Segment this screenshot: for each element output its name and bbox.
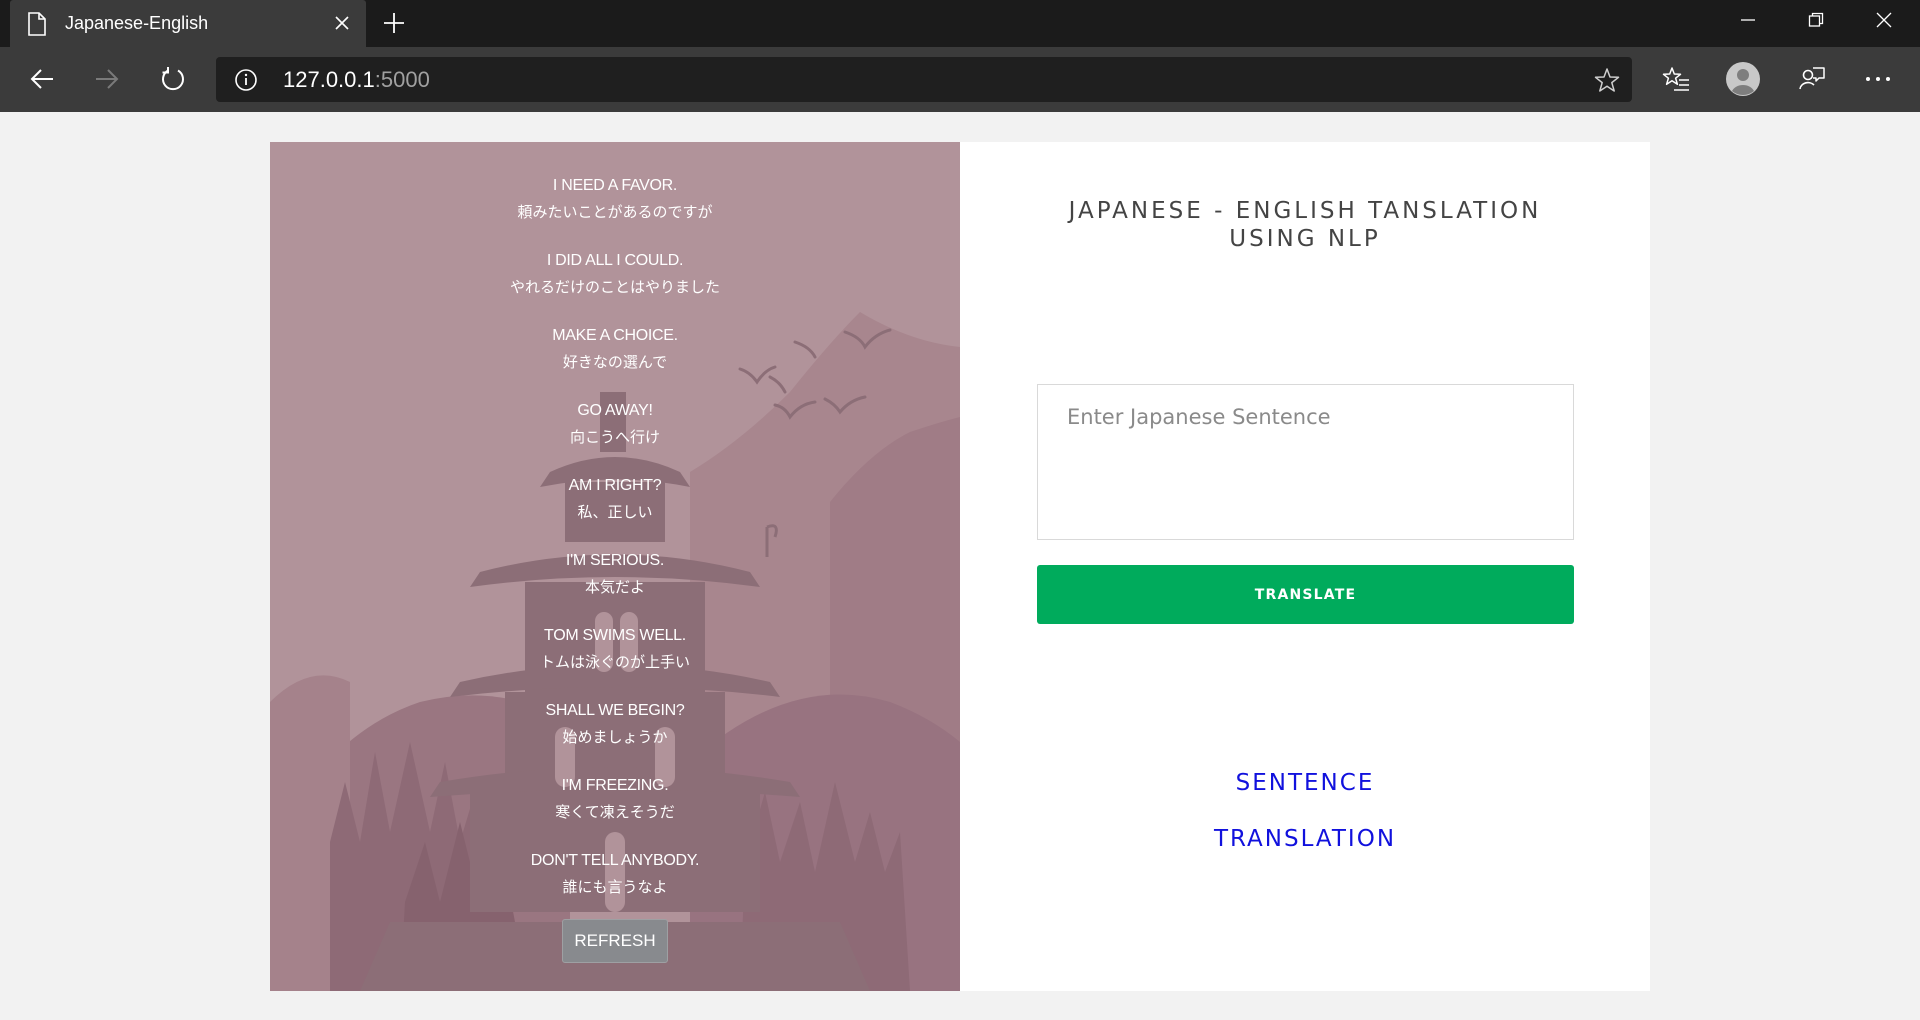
phrase-english: DON'T TELL ANYBODY. <box>530 852 700 869</box>
profile-avatar-icon[interactable] <box>1721 59 1765 99</box>
phrase-item: SHALL WE BEGIN? 始めましょうか <box>270 701 960 776</box>
phrase-item: AM I RIGHT? 私、正しい <box>270 476 960 551</box>
tab-title: Japanese-English <box>65 13 209 33</box>
more-menu-icon[interactable] <box>1856 59 1900 99</box>
browser-tab[interactable]: Japanese-English <box>10 0 366 47</box>
phrase-item: GO AWAY! 向こうへ行け <box>270 401 960 476</box>
phrase-japanese: 頼みたいことがあるのですが <box>517 203 713 221</box>
phrase-japanese: 寒くて凍えそうだ <box>555 803 675 821</box>
browser-titlebar: Japanese-English <box>0 0 1920 47</box>
phrase-japanese: 始めましょうか <box>562 728 668 746</box>
url-host: 127.0.0.1 <box>283 67 375 92</box>
phrase-item: DON'T TELL ANYBODY. 誰にも言うなよ <box>270 851 960 926</box>
phrase-item: TOM SWIMS WELL. トムは泳ぐのが上手い <box>270 626 960 701</box>
phrase-japanese: トムは泳ぐのが上手い <box>539 653 690 671</box>
phrase-english: MAKE A CHOICE. <box>552 327 678 344</box>
phrase-english: AM I RIGHT? <box>568 477 662 494</box>
phrase-item: I DID ALL I COULD. やれるだけのことはやりました <box>270 251 960 326</box>
new-tab-icon[interactable] <box>380 9 408 37</box>
page-title: JAPANESE - ENGLISH TANSLATION USING NLP <box>960 197 1650 253</box>
phrase-english: I NEED A FAVOR. <box>552 177 678 194</box>
phrase-english: I DID ALL I COULD. <box>546 252 684 269</box>
phrase-item: I'M FREEZING. 寒くて凍えそうだ <box>270 776 960 851</box>
phrase-english: SHALL WE BEGIN? <box>545 702 685 719</box>
phrase-japanese: やれるだけのことはやりました <box>509 278 720 296</box>
favorite-star-icon[interactable] <box>1594 67 1620 93</box>
page-title-line2: USING NLP <box>1229 226 1381 252</box>
favorites-list-icon[interactable] <box>1654 59 1698 99</box>
translator-panel: JAPANESE - ENGLISH TANSLATION USING NLP … <box>960 142 1650 991</box>
phrase-english: I'M SERIOUS. <box>565 552 665 569</box>
phrase-item: I'M SERIOUS. 本気だよ <box>270 551 960 626</box>
refresh-button[interactable]: REFRESH <box>562 919 668 963</box>
page-icon <box>28 12 46 36</box>
phrase-english: GO AWAY! <box>577 402 653 419</box>
phrase-english: I'M FREEZING. <box>561 777 669 794</box>
feedback-icon[interactable] <box>1790 59 1834 99</box>
phrase-japanese: 本気だよ <box>584 578 645 596</box>
minimize-icon[interactable] <box>1714 0 1782 40</box>
url-port: :5000 <box>374 67 430 92</box>
phrase-item: I NEED A FAVOR. 頼みたいことがあるのですが <box>270 176 960 251</box>
browser-toolbar: 127.0.0.1:5000 <box>0 47 1920 112</box>
phrase-list: I NEED A FAVOR. 頼みたいことがあるのですが I DID ALL … <box>270 176 960 926</box>
phrase-panel: I NEED A FAVOR. 頼みたいことがあるのですが I DID ALL … <box>270 142 960 991</box>
reload-icon[interactable] <box>153 59 193 99</box>
forward-arrow-icon[interactable] <box>87 59 127 99</box>
restore-icon[interactable] <box>1782 0 1850 40</box>
url-text[interactable]: 127.0.0.1:5000 <box>283 67 430 93</box>
back-arrow-icon[interactable] <box>22 59 62 99</box>
page-title-line1: JAPANESE - ENGLISH TANSLATION <box>1068 198 1542 224</box>
result-sentence: SENTENCE <box>1235 770 1375 796</box>
tab-close-icon[interactable] <box>330 11 354 35</box>
translate-button[interactable]: TRANSLATE <box>1037 565 1574 624</box>
phrase-english: TOM SWIMS WELL. <box>544 627 686 644</box>
address-bar[interactable]: 127.0.0.1:5000 <box>216 57 1632 102</box>
close-window-icon[interactable] <box>1850 0 1918 40</box>
phrase-item: MAKE A CHOICE. 好きなの選んで <box>270 326 960 401</box>
phrase-japanese: 好きなの選んで <box>562 353 668 371</box>
japanese-sentence-input[interactable] <box>1037 384 1574 540</box>
result-translation: TRANSLATION <box>1213 826 1397 852</box>
site-info-icon[interactable] <box>234 68 258 92</box>
phrase-japanese: 誰にも言うなよ <box>562 878 668 896</box>
phrase-japanese: 向こうへ行け <box>569 428 660 446</box>
phrase-japanese: 私、正しい <box>577 503 653 521</box>
